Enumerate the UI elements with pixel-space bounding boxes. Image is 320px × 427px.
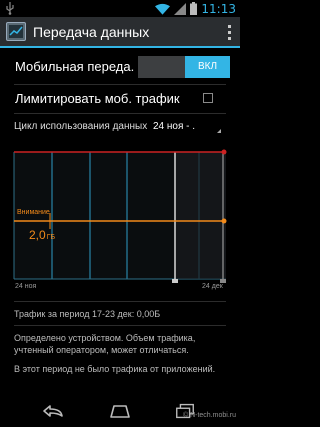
dot-icon [228,31,231,34]
warning-label: Внимание [17,209,50,216]
mobile-data-label: Мобильная переда. [15,59,135,74]
usage-chart: Внимание 2,0ГБ 24 ноя 24 дек [0,145,240,295]
mobile-data-toggle[interactable]: ВКЛ [138,56,230,78]
no-app-traffic-text: В этот период не было трафика от приложе… [14,364,216,374]
limit-traffic-label: Лимитировать моб. трафик [15,91,180,106]
cycle-row[interactable]: Цикл использования данных 24 ноя - . [0,118,240,138]
toggle-on-label: ВКЛ [185,56,230,78]
dot-icon [228,25,231,28]
period-usage-text: Трафик за период 17-23 дек: 0,00Б [14,309,161,319]
divider [14,325,226,326]
clock: 11:13 [201,1,236,16]
cycle-dropdown[interactable]: 24 ноя - . [153,121,195,132]
usb-icon [6,2,14,15]
home-button[interactable] [107,401,133,421]
cycle-label: Цикл использования данных [14,121,148,132]
chart-canvas [13,149,227,283]
navigation-bar: © N-tech.mobi.ru [0,395,240,427]
mobile-data-row[interactable]: Мобильная переда. ВКЛ [0,50,240,84]
range-start-nub[interactable] [172,279,178,283]
warning-number: 2,0 [29,228,46,242]
x-start-label: 24 ноя [15,283,37,290]
out-of-range-shade [175,152,226,279]
data-usage-icon[interactable] [6,22,26,41]
battery-icon [190,2,198,15]
x-end-label: 24 дек [202,283,223,290]
limit-traffic-row[interactable]: Лимитировать моб. трафик [0,85,240,113]
back-icon [43,405,63,417]
warning-value: 2,0ГБ [29,228,55,242]
overflow-menu-button[interactable] [228,25,232,40]
dropdown-corner-icon [217,129,221,133]
dot-icon [228,37,231,40]
limit-handle[interactable] [221,149,227,155]
divider [14,113,226,114]
page-title: Передача данных [33,24,150,40]
warning-handle[interactable] [221,218,227,224]
device-note-text: Определено устройством. Объем трафика, у… [14,333,196,355]
limit-traffic-checkbox[interactable] [203,93,213,103]
home-icon [110,405,130,418]
back-button[interactable] [40,401,66,421]
wifi-icon [155,3,171,15]
signal-icon [174,2,187,15]
warning-unit: ГБ [46,234,56,241]
divider [14,301,226,302]
status-bar: 11:13 [0,0,240,17]
watermark: © N-tech.mobi.ru [182,412,236,419]
action-bar: Передача данных [0,17,240,48]
content: Мобильная переда. ВКЛ Лимитировать моб. … [0,50,240,395]
